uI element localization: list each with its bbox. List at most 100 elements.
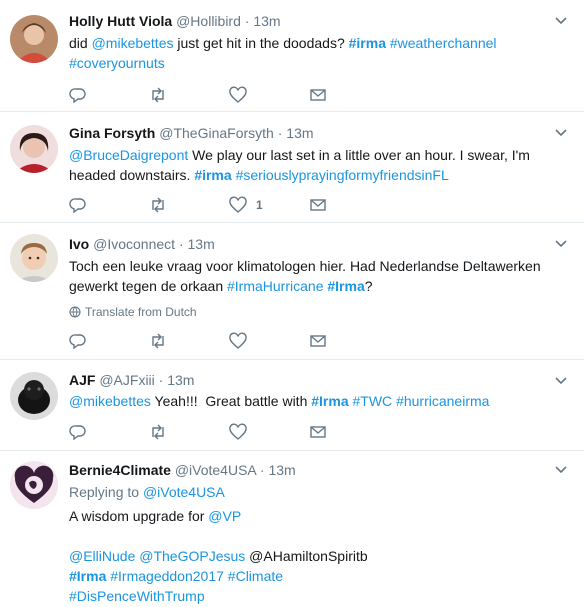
like-button[interactable] bbox=[229, 423, 309, 441]
display-name[interactable]: Holly Hutt Viola bbox=[69, 13, 172, 29]
tweet-timestamp[interactable]: 13m bbox=[188, 236, 215, 252]
chevron-down-icon[interactable] bbox=[554, 126, 568, 140]
tweet-5[interactable]: Bernie4Climate @iVote4USA · 13m Replying… bbox=[0, 451, 584, 607]
hashtag-link[interactable]: #Irmageddon2017 bbox=[110, 568, 224, 584]
tweet-text: Toch een leuke vraag voor klimatologen h… bbox=[69, 256, 554, 296]
hashtag-bold[interactable]: #Irma bbox=[69, 568, 106, 584]
display-name[interactable]: AJF bbox=[69, 372, 95, 388]
like-count: 1 bbox=[256, 198, 263, 212]
mention-link[interactable]: @mikebettes bbox=[92, 35, 174, 51]
hashtag-link[interactable]: #hurricaneirma bbox=[396, 393, 489, 409]
user-handle[interactable]: @TheGinaForsyth bbox=[159, 125, 274, 141]
user-handle[interactable]: @AJFxiii bbox=[99, 372, 154, 388]
tweet-text: @BruceDaigrepont We play our last set in… bbox=[69, 145, 554, 185]
text-segment: did bbox=[69, 35, 92, 51]
avatar[interactable] bbox=[10, 234, 58, 282]
hashtag-link[interactable]: #DisPenceWithTrump bbox=[69, 588, 205, 604]
retweet-button[interactable] bbox=[149, 196, 229, 214]
direct-message-button[interactable] bbox=[309, 332, 389, 350]
like-button[interactable] bbox=[229, 332, 309, 350]
envelope-icon bbox=[310, 89, 326, 101]
mention-link[interactable]: @VP bbox=[208, 508, 241, 524]
reply-button[interactable] bbox=[69, 423, 149, 441]
hashtag-link[interactable]: #irma bbox=[194, 167, 231, 183]
tweet-timestamp[interactable]: 13m bbox=[253, 13, 280, 29]
hashtag-link[interactable]: #Irma bbox=[327, 278, 364, 294]
mention-link[interactable]: @iVote4USA bbox=[143, 484, 225, 500]
tweet-actions bbox=[69, 421, 389, 443]
avatar[interactable] bbox=[10, 461, 58, 509]
like-button[interactable]: 1 bbox=[229, 196, 309, 214]
retweet-icon bbox=[152, 87, 164, 103]
hashtag-link[interactable]: #Irma bbox=[311, 393, 348, 409]
separator-dot: · bbox=[259, 462, 265, 478]
tweet-actions bbox=[69, 84, 389, 106]
text-segment: A wisdom upgrade for bbox=[69, 508, 209, 524]
globe-icon bbox=[69, 306, 81, 318]
heart-icon bbox=[229, 423, 247, 440]
tweet-timestamp[interactable]: 13m bbox=[286, 125, 313, 141]
tweet-4[interactable]: AJF @AJFxiii · 13m @mikebettes Yeah!!! G… bbox=[0, 360, 584, 451]
tweet-text: A wisdom upgrade for @VP @ElliNude @TheG… bbox=[69, 506, 554, 606]
tweet-2[interactable]: Gina Forsyth @TheGinaForsyth · 13m @Bruc… bbox=[0, 112, 584, 223]
chevron-down-icon[interactable] bbox=[554, 237, 568, 251]
hashtag-link[interactable]: #irma bbox=[349, 35, 386, 51]
hashtag-link[interactable]: #TWC bbox=[353, 393, 393, 409]
avatar[interactable] bbox=[10, 15, 58, 63]
hashtag-bold[interactable]: #Irma bbox=[311, 393, 348, 409]
display-name[interactable]: Bernie4Climate bbox=[69, 462, 171, 478]
tweet-timestamp[interactable]: 13m bbox=[167, 372, 194, 388]
text-segment: ? bbox=[364, 278, 373, 294]
hashtag-bold[interactable]: #irma bbox=[194, 167, 231, 183]
mention-link[interactable]: @mikebettes bbox=[69, 393, 151, 409]
translate-label[interactable]: Translate from Dutch bbox=[85, 305, 197, 319]
like-button[interactable] bbox=[229, 86, 309, 104]
reply-button[interactable] bbox=[69, 332, 149, 350]
direct-message-button[interactable] bbox=[309, 423, 389, 441]
chevron-down-icon[interactable] bbox=[554, 374, 568, 388]
hashtag-link[interactable]: #seriouslyprayingformyfriendsinFL bbox=[236, 167, 449, 183]
reply-icon bbox=[69, 88, 86, 104]
hashtag-link[interactable]: #IrmaHurricane bbox=[227, 278, 323, 294]
user-handle[interactable]: @Hollibird bbox=[176, 13, 241, 29]
hashtag-link[interactable]: #weatherchannel bbox=[390, 35, 497, 51]
tweet-text: did @mikebettes just get hit in the dood… bbox=[69, 33, 554, 73]
mention-link[interactable]: @TheGOPJesus bbox=[139, 548, 245, 564]
heart-icon bbox=[229, 196, 247, 213]
hashtag-link[interactable]: #coveryournuts bbox=[69, 55, 165, 71]
reply-button[interactable] bbox=[69, 196, 149, 214]
tweet-3[interactable]: Ivo @Ivoconnect · 13m Toch een leuke vra… bbox=[0, 223, 584, 360]
avatar[interactable] bbox=[10, 125, 58, 173]
display-name[interactable]: Gina Forsyth bbox=[69, 125, 155, 141]
retweet-button[interactable] bbox=[149, 332, 229, 350]
envelope-icon bbox=[310, 426, 326, 438]
translate-link[interactable]: Translate from Dutch bbox=[69, 305, 554, 319]
user-handle[interactable]: @iVote4USA bbox=[175, 462, 256, 478]
hashtag-link[interactable]: #Climate bbox=[228, 568, 283, 584]
text-segment: Yeah!!! Great battle with bbox=[150, 393, 312, 409]
display-name[interactable]: Ivo bbox=[69, 236, 89, 252]
chevron-down-icon[interactable] bbox=[554, 463, 568, 477]
text-segment: @AHamiltonSpiritb bbox=[245, 548, 368, 564]
hashtag-bold[interactable]: #Irma bbox=[327, 278, 364, 294]
mention-link[interactable]: @ElliNude bbox=[69, 548, 135, 564]
retweet-button[interactable] bbox=[149, 423, 229, 441]
user-handle[interactable]: @Ivoconnect bbox=[93, 236, 175, 252]
text-line: @ElliNude @TheGOPJesus @AHamiltonSpiritb bbox=[69, 546, 554, 566]
direct-message-button[interactable] bbox=[309, 86, 389, 104]
hashtag-bold[interactable]: #irma bbox=[349, 35, 386, 51]
tweet-timestamp[interactable]: 13m bbox=[268, 462, 295, 478]
text-line: #DisPenceWithTrump bbox=[69, 586, 554, 606]
mention-link[interactable]: @BruceDaigrepont bbox=[69, 147, 188, 163]
hashtag-link[interactable]: #Irma bbox=[69, 568, 106, 584]
tweet-actions: 1 bbox=[69, 194, 389, 216]
retweet-button[interactable] bbox=[149, 86, 229, 104]
heart-icon bbox=[229, 332, 247, 349]
avatar[interactable] bbox=[10, 372, 58, 420]
reply-button[interactable] bbox=[69, 86, 149, 104]
text-segment: just get hit in the doodads? bbox=[173, 35, 349, 51]
retweet-icon bbox=[152, 333, 164, 349]
chevron-down-icon[interactable] bbox=[554, 14, 568, 28]
direct-message-button[interactable] bbox=[309, 196, 389, 214]
tweet-1[interactable]: Holly Hutt Viola @Hollibird · 13m did @m… bbox=[0, 0, 584, 112]
